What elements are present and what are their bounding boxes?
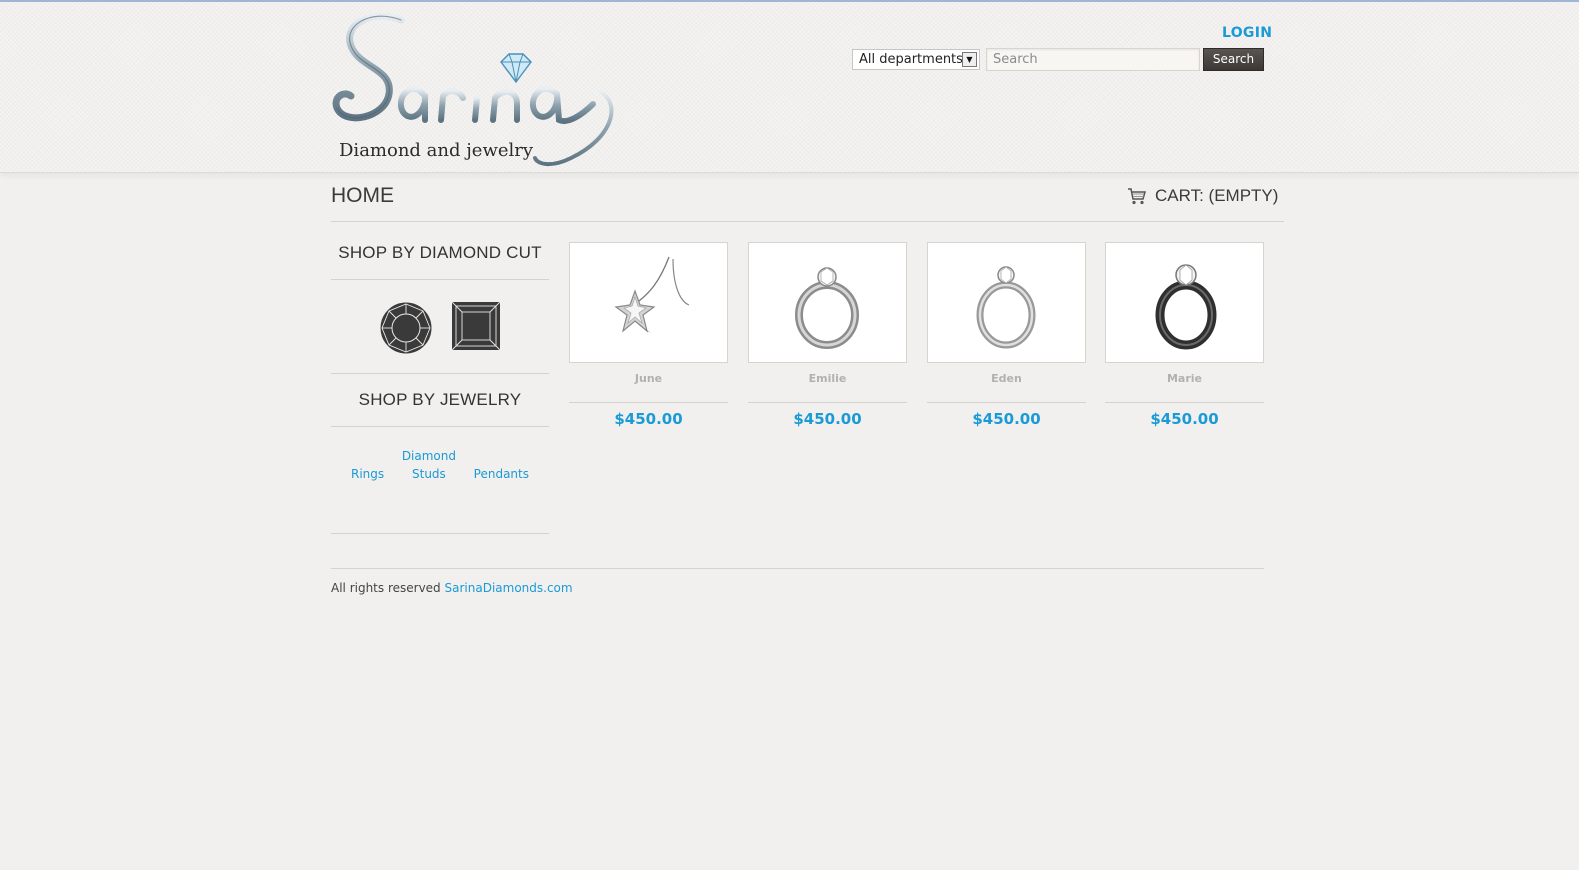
jewelry-link-diamond-studs-line1: Diamond xyxy=(401,449,456,463)
product-price: $450.00 xyxy=(614,410,683,428)
divider xyxy=(748,402,907,403)
product-image[interactable] xyxy=(1105,242,1264,363)
product-name[interactable]: Marie xyxy=(1105,372,1264,385)
sidebar: SHOP BY DIAMOND CUT SHOP BY JEWELRY Ring… xyxy=(331,232,549,534)
footer-link[interactable]: SarinaDiamonds.com xyxy=(445,581,573,595)
jewelry-heading: SHOP BY JEWELRY xyxy=(358,390,522,409)
divider xyxy=(927,402,1086,403)
product-card[interactable]: Eden $450.00 xyxy=(927,242,1086,428)
star-pendant-icon xyxy=(613,256,689,333)
diamond-cut-list xyxy=(331,280,549,373)
princess-cut-icon[interactable] xyxy=(451,301,501,351)
product-name[interactable]: Eden xyxy=(927,372,1086,385)
jewelry-link-pendants[interactable]: Pendants xyxy=(474,447,529,533)
cart-label: CART: (EMPTY) xyxy=(1155,186,1279,205)
jewelry-links: Rings Diamond Studs Pendants xyxy=(331,427,549,533)
product-card[interactable]: June $450.00 xyxy=(569,242,728,428)
chevron-down-icon[interactable]: ▼ xyxy=(962,52,977,67)
product-name[interactable]: June xyxy=(569,372,728,385)
ring-icon xyxy=(794,266,859,349)
page-title: HOME xyxy=(331,184,394,207)
product-image[interactable] xyxy=(569,242,728,363)
jewelry-link-diamond-studs-line2: Studs xyxy=(412,467,446,481)
search-button[interactable]: Search xyxy=(1203,48,1264,71)
divider xyxy=(331,533,549,534)
logo-tagline: Diamond and jewelry xyxy=(339,140,534,161)
product-price: $450.00 xyxy=(1150,410,1219,428)
product-image[interactable] xyxy=(748,242,907,363)
jewelry-link-rings[interactable]: Rings xyxy=(351,447,384,533)
jewelry-link-diamond-studs[interactable]: Diamond Studs xyxy=(402,447,456,533)
divider xyxy=(569,402,728,403)
round-cut-icon[interactable] xyxy=(379,301,433,355)
ring-icon xyxy=(976,265,1035,348)
divider xyxy=(331,221,1284,222)
search-input[interactable] xyxy=(986,48,1200,71)
product-card[interactable]: Marie $450.00 xyxy=(1105,242,1264,428)
ring-icon xyxy=(1155,263,1216,349)
site-logo[interactable]: Diamond and jewelry xyxy=(331,8,631,170)
diamond-cut-heading: SHOP BY DIAMOND CUT xyxy=(338,243,542,262)
department-select[interactable]: All departments ▼ xyxy=(852,49,980,70)
footer: All rights reserved SarinaDiamonds.com xyxy=(331,581,573,595)
cart-icon xyxy=(1128,188,1146,205)
product-card[interactable]: Emilie $450.00 xyxy=(748,242,907,428)
department-select-value: All departments xyxy=(859,52,963,67)
login-link[interactable]: LOGIN xyxy=(1222,25,1272,41)
product-image[interactable] xyxy=(927,242,1086,363)
cart-link[interactable]: CART: (EMPTY) xyxy=(1127,186,1278,206)
site-header: Diamond and jewelry LOGIN All department… xyxy=(0,2,1579,173)
divider xyxy=(331,568,1264,569)
divider xyxy=(1105,402,1264,403)
product-price: $450.00 xyxy=(972,410,1041,428)
product-name[interactable]: Emilie xyxy=(748,372,907,385)
footer-text: All rights reserved xyxy=(331,581,441,595)
product-price: $450.00 xyxy=(793,410,862,428)
